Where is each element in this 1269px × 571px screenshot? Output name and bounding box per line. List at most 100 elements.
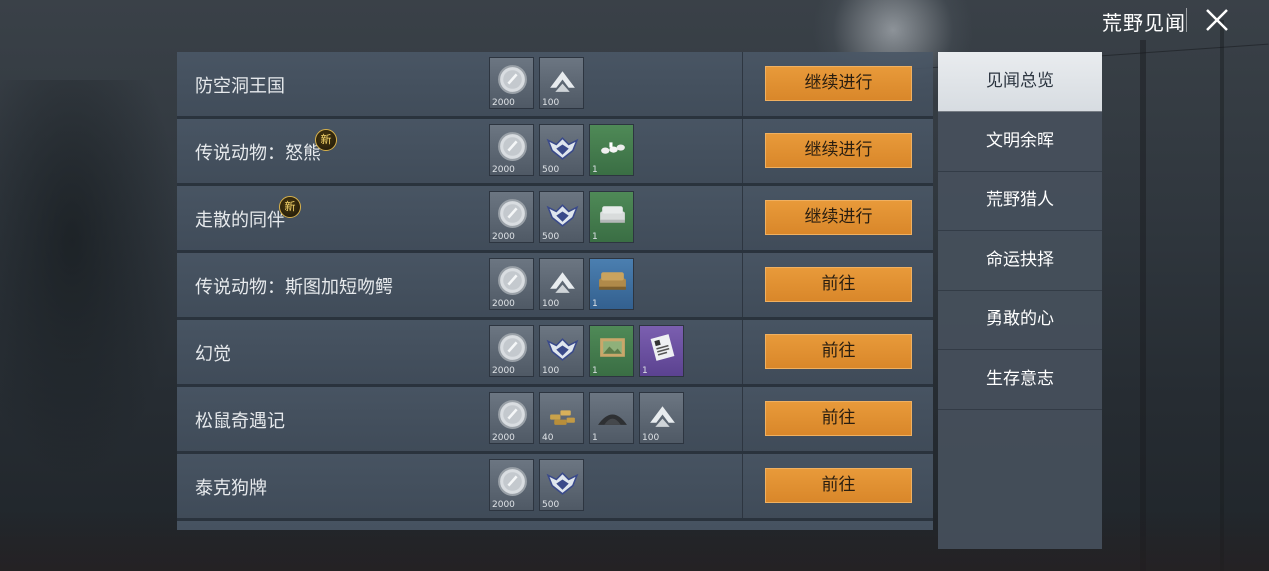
- quest-row: 走散的同伴新 2000 500 1 继续进行: [177, 186, 933, 253]
- quest-action-button[interactable]: 继续进行: [765, 133, 912, 168]
- reward-item[interactable]: 100: [539, 57, 584, 109]
- quest-row: 防空洞王国 2000 100 继续进行: [177, 52, 933, 119]
- reward-item[interactable]: 1: [589, 325, 634, 377]
- reward-item[interactable]: 100: [639, 392, 684, 444]
- side-menu-item[interactable]: 见闻总览: [938, 52, 1102, 112]
- quest-row: 传说动物：怒熊新 2000 500 1 继续进行: [177, 119, 933, 186]
- quest-name: 传说动物：怒熊: [195, 143, 321, 164]
- side-menu: 见闻总览 文明余晖 荒野猎人 命运抉择 勇敢的心 生存意志: [938, 52, 1102, 549]
- quest-action-button[interactable]: 前往: [765, 334, 912, 369]
- quest-action-button[interactable]: 前往: [765, 401, 912, 436]
- side-menu-item[interactable]: 文明余晖: [938, 112, 1102, 172]
- row-divider: [742, 253, 743, 317]
- silver-coin-icon: [498, 333, 527, 362]
- quest-name: 泰克狗牌: [195, 478, 267, 499]
- close-icon: [1206, 9, 1228, 31]
- side-menu-item[interactable]: 命运抉择: [938, 231, 1102, 291]
- rank-chevron-icon: [550, 71, 575, 92]
- reward-item[interactable]: 1: [589, 191, 634, 243]
- reward-quantity: 2000: [492, 165, 515, 175]
- silver-coin-icon: [498, 266, 527, 295]
- eagle-emblem-icon: [546, 137, 579, 160]
- reward-quantity: 2000: [492, 433, 515, 443]
- reward-quantity: 40: [542, 433, 554, 443]
- quest-row: 幻觉 2000 100 1 1 前往: [177, 320, 933, 387]
- silver-coin-icon: [498, 132, 527, 161]
- reward-quantity: 1: [592, 366, 598, 376]
- reward-item[interactable]: 2000: [489, 459, 534, 511]
- quest-name: 传说动物：斯图加短吻鳄: [195, 277, 393, 298]
- reward-quantity: 2000: [492, 500, 515, 510]
- reward-item[interactable]: 100: [539, 258, 584, 310]
- quest-action-button[interactable]: 前往: [765, 267, 912, 302]
- silver-coin-icon: [498, 65, 527, 94]
- quest-name: 松鼠奇遇记: [195, 411, 285, 432]
- side-menu-item[interactable]: 荒野猎人: [938, 171, 1102, 231]
- quest-action-button[interactable]: 继续进行: [765, 200, 912, 235]
- quest-row: 泰克狗牌 2000 500 前往: [177, 454, 933, 521]
- reward-item[interactable]: 1: [639, 325, 684, 377]
- row-divider: [742, 454, 743, 518]
- reward-item[interactable]: 1: [589, 258, 634, 310]
- reward-quantity: 100: [642, 433, 660, 443]
- quest-action-button[interactable]: 继续进行: [765, 66, 912, 101]
- quest-row: 松鼠奇遇记 2000 40 1 100 前往: [177, 387, 933, 454]
- quest-row: 传说动物：斯图加短吻鳄 2000 100 1 前往: [177, 253, 933, 320]
- ammo-pile-icon: [550, 410, 575, 425]
- eagle-emblem-icon: [546, 472, 579, 495]
- reward-item[interactable]: 40: [539, 392, 584, 444]
- reward-item[interactable]: 1: [589, 124, 634, 176]
- reward-quantity: 2000: [492, 98, 515, 108]
- quest-name-wrap: 防空洞王国: [195, 72, 285, 97]
- silver-coin-icon: [498, 467, 527, 496]
- quest-row-partial: [177, 521, 933, 530]
- row-divider: [742, 387, 743, 451]
- reward-quantity: 1: [592, 433, 598, 443]
- quest-name-wrap: 松鼠奇遇记: [195, 407, 285, 432]
- silver-coin-icon: [498, 400, 527, 429]
- row-divider: [742, 119, 743, 183]
- eagle-emblem-icon: [546, 338, 579, 361]
- quest-name-wrap: 泰克狗牌: [195, 474, 267, 499]
- reward-item[interactable]: 500: [539, 124, 584, 176]
- reward-item[interactable]: 500: [539, 191, 584, 243]
- header-divider: [1186, 8, 1187, 32]
- close-button[interactable]: [1202, 5, 1232, 35]
- gray-sofa-icon: [600, 206, 625, 223]
- quest-action-button[interactable]: 前往: [765, 468, 912, 503]
- reward-quantity: 500: [542, 165, 560, 175]
- quest-name: 幻觉: [195, 344, 231, 365]
- reward-item[interactable]: 2000: [489, 258, 534, 310]
- reward-quantity: 100: [542, 299, 560, 309]
- reward-item[interactable]: 500: [539, 459, 584, 511]
- side-menu-item[interactable]: 生存意志: [938, 350, 1102, 410]
- reward-quantity: 2000: [492, 366, 515, 376]
- quest-name-wrap: 传说动物：怒熊新: [195, 129, 337, 164]
- side-menu-item[interactable]: 勇敢的心: [938, 290, 1102, 350]
- reward-quantity: 100: [542, 98, 560, 108]
- quest-list[interactable]: 防空洞王国 2000 100 继续进行 传说动物：怒熊新 2000 500 1 继续进行 走散的同…: [177, 52, 933, 530]
- powder-pile-icon: [598, 414, 627, 425]
- reward-quantity: 1: [592, 232, 598, 242]
- header: 荒野见闻: [0, 0, 1269, 40]
- quest-name-wrap: 走散的同伴新: [195, 196, 301, 231]
- white-items-icon: [601, 142, 625, 154]
- reward-quantity: 1: [592, 165, 598, 175]
- eagle-emblem-icon: [546, 204, 579, 227]
- quest-name: 防空洞王国: [195, 76, 285, 97]
- reward-item[interactable]: 2000: [489, 57, 534, 109]
- reward-item[interactable]: 2000: [489, 124, 534, 176]
- background-pole: [1220, 20, 1224, 571]
- reward-item[interactable]: 100: [539, 325, 584, 377]
- quest-name-wrap: 传说动物：斯图加短吻鳄: [195, 273, 393, 298]
- rank-chevron-icon: [550, 272, 575, 293]
- card-item-icon: [650, 334, 675, 361]
- reward-item[interactable]: 2000: [489, 191, 534, 243]
- reward-quantity: 2000: [492, 232, 515, 242]
- reward-item[interactable]: 1: [589, 392, 634, 444]
- reward-item[interactable]: 2000: [489, 325, 534, 377]
- reward-item[interactable]: 2000: [489, 392, 534, 444]
- picture-frame-icon: [600, 338, 625, 357]
- reward-quantity: 2000: [492, 299, 515, 309]
- row-divider: [742, 320, 743, 384]
